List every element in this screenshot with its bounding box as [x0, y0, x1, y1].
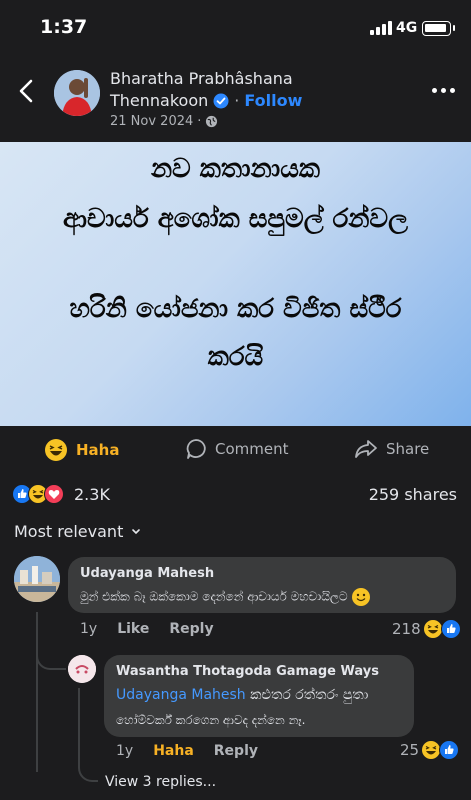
sort-label: Most relevant	[14, 522, 124, 541]
haha-reaction-icon	[421, 740, 442, 760]
comment-reactions[interactable]: 218	[392, 619, 461, 639]
author-name-line1[interactable]: Bharatha Prabhâshana	[110, 68, 302, 90]
reply-reply-button[interactable]: Reply	[214, 743, 258, 759]
comment-label: Comment	[215, 440, 289, 458]
reply-thread-connector	[78, 758, 98, 782]
back-arrow-icon[interactable]	[16, 76, 38, 106]
reply-meta: 1y Haha Reply	[116, 743, 258, 759]
reply-avatar[interactable]	[68, 655, 96, 683]
reply-bubble[interactable]: Wasantha Thotagoda Gamage Ways Udayanga …	[104, 655, 414, 737]
share-icon	[355, 440, 377, 458]
banner-line-2: ආචාර්ය අශෝක සපුමල් රන්වල	[63, 204, 408, 234]
mention-link[interactable]: Udayanga Mahesh	[116, 687, 246, 703]
like-reaction-icon	[439, 740, 460, 760]
reply-text-line2: හෝම්වර්ක් කරගෙන ආවද දන්නෙ නෑ.	[116, 713, 306, 727]
reply-text-line1: Udayanga Mahesh කළුතර රත්තරං පුතා	[116, 687, 369, 703]
like-button[interactable]: Like	[117, 621, 149, 637]
reply-reactions[interactable]: 25	[400, 740, 460, 760]
comment-reaction-count: 218	[392, 620, 421, 638]
banner-line-1: නව කතානායක	[150, 154, 321, 184]
reply-thread-line	[78, 688, 80, 768]
network-label: 4G	[396, 20, 418, 36]
banner-line-4: කරයි	[207, 342, 264, 372]
signal-icon	[370, 21, 392, 35]
action-bar: Haha Comment Share	[0, 426, 471, 472]
follow-button[interactable]: Follow	[244, 90, 302, 112]
thread-connector	[36, 648, 66, 670]
comment-meta: 1y Like Reply	[80, 621, 214, 637]
commenter-avatar[interactable]	[14, 556, 60, 602]
like-reaction-icon	[440, 619, 461, 639]
chevron-down-icon	[132, 528, 141, 534]
reaction-summary[interactable]	[12, 484, 64, 504]
comment-icon	[186, 439, 206, 459]
haha-reaction-icon	[422, 619, 443, 639]
author-avatar[interactable]	[54, 70, 100, 116]
reaction-count[interactable]: 2.3K	[74, 485, 110, 504]
author-name-line2[interactable]: Thennakoon	[110, 90, 208, 112]
comment-sort-dropdown[interactable]: Most relevant	[14, 522, 141, 541]
post-header: Bharatha Prabhâshana Thennakoon · Follow…	[0, 58, 471, 142]
status-time: 1:37	[40, 16, 88, 38]
reply-author-name[interactable]: Wasantha Thotagoda Gamage Ways	[116, 664, 379, 679]
reply-button[interactable]: Reply	[169, 621, 213, 637]
haha-reaction-button[interactable]: Haha	[44, 438, 119, 462]
post-banner: නව කතානායක ආචාර්ය අශෝක සපුමල් රන්වල හරින…	[0, 142, 471, 426]
haha-label: Haha	[76, 441, 120, 459]
verified-badge-icon	[213, 93, 229, 109]
smile-emoji-icon	[351, 588, 370, 606]
commenter-name[interactable]: Udayanga Mahesh	[80, 566, 214, 581]
shares-count[interactable]: 259 shares	[369, 485, 457, 504]
reply-reaction-count: 25	[400, 741, 420, 759]
comment-bubble[interactable]: Udayanga Mahesh මුන් එක්ක බෑ ඔක්කොම දෙන්…	[68, 557, 456, 613]
haha-emoji-icon	[45, 439, 67, 461]
comment-text: මුන් එක්ක බෑ ඔක්කොම දෙන්නේ ආචාර්ය මහචායි…	[80, 588, 370, 606]
comment-button[interactable]: Comment	[185, 438, 289, 460]
love-reaction-icon	[44, 484, 64, 504]
battery-icon	[422, 21, 455, 36]
meta-separator: ·	[197, 114, 202, 129]
status-bar: 1:37 4G	[0, 0, 471, 58]
banner-line-3: හරිනි යෝජනා කර විජිත ස්ථීර	[69, 294, 402, 324]
post-date[interactable]: 21 Nov 2024	[110, 114, 193, 129]
globe-icon	[206, 115, 218, 128]
share-button[interactable]: Share	[354, 438, 429, 460]
view-replies-link[interactable]: View 3 replies...	[105, 774, 216, 790]
post-meta: 21 Nov 2024 ·	[110, 114, 218, 129]
author-block: Bharatha Prabhâshana Thennakoon · Follow	[110, 68, 303, 112]
thread-line	[36, 612, 38, 772]
reply-time: 1y	[116, 743, 134, 759]
share-label: Share	[386, 440, 430, 458]
more-options-icon[interactable]	[432, 88, 455, 93]
comment-time: 1y	[80, 621, 98, 637]
post-stats: 2.3K 259 shares	[0, 480, 471, 510]
reply-haha-button[interactable]: Haha	[153, 743, 194, 759]
